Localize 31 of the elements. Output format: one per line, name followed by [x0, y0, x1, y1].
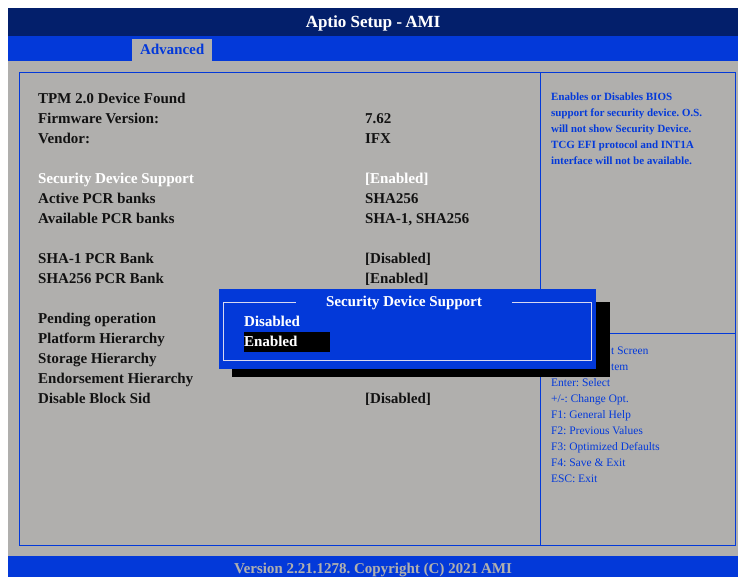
key-hint: F2: Previous Values [551, 424, 644, 439]
setting-value: [Enabled] [365, 170, 428, 189]
setting-value: [Enabled] [365, 270, 428, 289]
setting-value: SHA256 [365, 190, 418, 209]
key-hint: tem [610, 360, 630, 375]
setting-value: [Disabled] [365, 390, 431, 409]
setting-label[interactable]: Available PCR banks [38, 208, 365, 230]
key-hint: ESC: Exit [551, 472, 598, 487]
setting-label[interactable]: Disable Block Sid [38, 388, 365, 410]
key-hint: F3: Optimized Defaults [551, 440, 661, 455]
tab[interactable]: Advanced [132, 39, 212, 61]
setting-label[interactable]: SHA256 PCR Bank [38, 268, 365, 290]
title-bar: Aptio Setup - AMI [8, 8, 738, 36]
setting-label[interactable]: SHA-1 PCR Bank [38, 248, 365, 270]
setting-value: SHA-1, SHA256 [365, 210, 470, 229]
setting-label[interactable]: Active PCR banks [38, 188, 365, 210]
setting-value: IFX [365, 130, 391, 149]
footer-text: Version 2.21.1278. Copyright (C) 2021 AMI [234, 560, 512, 577]
help-text: Enables or Disables BIOS support for security device. O.S. will not show Security Device. TCG EFI protocol and INT1A interface will not be available. [551, 90, 704, 169]
key-hint: Enter: Select [551, 376, 612, 391]
setting-value: [Disabled] [365, 250, 431, 269]
setting-label[interactable]: Vendor: [38, 128, 365, 150]
dialog-option[interactable]: Enabled [244, 332, 330, 352]
setting-label[interactable]: Firmware Version: [38, 108, 365, 130]
key-hint: t Screen [610, 344, 650, 359]
key-hint: +/-: Change Opt. [551, 392, 630, 407]
key-hint: F4: Save & Exit [551, 456, 626, 471]
setting-value: 7.62 [365, 110, 392, 129]
setting-label[interactable]: TPM 2.0 Device Found [38, 88, 365, 110]
dialog-option[interactable]: Disabled [244, 312, 330, 332]
key-hint: F1: General Help [551, 408, 632, 423]
